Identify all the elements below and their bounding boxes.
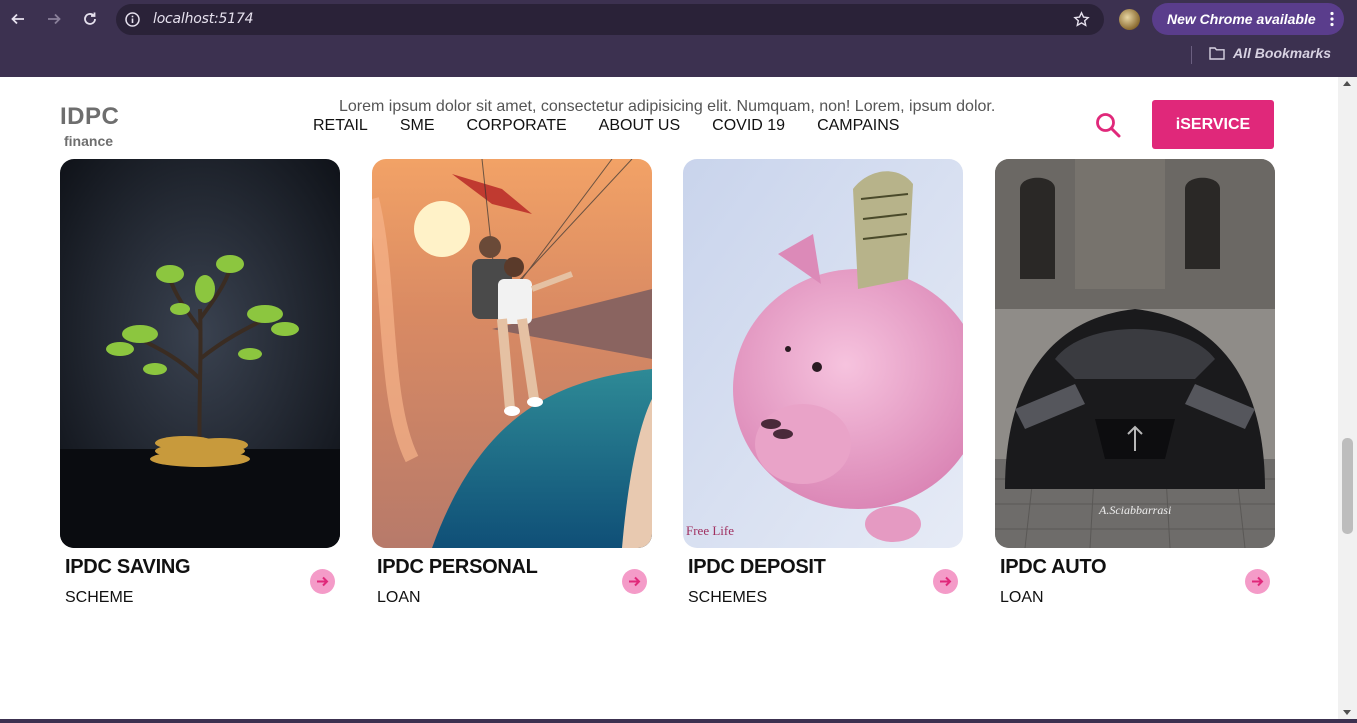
card-title: IPDC SAVING (65, 556, 191, 578)
browser-toolbar: localhost:5174 New Chrome available (0, 0, 1357, 38)
header-tagline: Lorem ipsum dolor sit amet, consectetur … (339, 98, 996, 115)
search-icon[interactable] (1094, 111, 1122, 139)
card-subtitle: SCHEME (65, 589, 134, 606)
reload-button[interactable] (79, 8, 101, 30)
bookmarks-label: All Bookmarks (1233, 45, 1332, 61)
all-bookmarks-button[interactable]: All Bookmarks (1209, 45, 1331, 61)
iservice-button[interactable]: iSERVICE (1152, 100, 1274, 149)
nav-sme[interactable]: SME (400, 117, 435, 135)
plant-coins-image (60, 159, 340, 548)
nav-covid-19[interactable]: COVID 19 (712, 117, 785, 135)
arrow-right-icon (1252, 576, 1264, 587)
nav-corporate[interactable]: CORPORATE (467, 117, 567, 135)
nav-campains[interactable]: CAMPAINS (817, 117, 899, 135)
bookmarks-separator (1191, 46, 1192, 64)
nav-about-us[interactable]: ABOUT US (599, 117, 681, 135)
arrow-right-icon (940, 576, 952, 587)
product-cards: IPDC SAVING SCHEME IPDC PERSONAL LOAN Fr… (60, 159, 1275, 619)
main-nav: RETAIL SME CORPORATE ABOUT US COVID 19 C… (313, 117, 931, 135)
card-auto[interactable]: A.Sciabbarrasi IPDC AUTO LOAN (995, 159, 1275, 619)
address-bar[interactable]: localhost:5174 (116, 4, 1104, 35)
scroll-up-icon[interactable] (1343, 81, 1351, 86)
image-signature: A.Sciabbarrasi (1099, 503, 1172, 517)
scrollbar-thumb[interactable] (1342, 438, 1353, 534)
card-title: IPDC DEPOSIT (688, 556, 826, 578)
window-bottom-edge (0, 719, 1357, 723)
card-title: IPDC PERSONAL (377, 556, 538, 578)
card-deposit[interactable]: Free Life IPDC DEPOSIT SCHEMES (683, 159, 963, 619)
profile-avatar[interactable] (1119, 9, 1140, 30)
browser-chrome: localhost:5174 New Chrome available All … (0, 0, 1357, 77)
arrow-right-icon (48, 13, 61, 25)
back-button[interactable] (7, 8, 29, 30)
card-arrow-button[interactable] (622, 569, 647, 594)
image-caption: Free Life (686, 523, 735, 538)
scroll-down-icon[interactable] (1343, 710, 1351, 715)
reload-icon (84, 12, 96, 25)
bookmark-star-icon[interactable] (1073, 11, 1090, 28)
card-subtitle: LOAN (1000, 589, 1044, 606)
arrow-right-icon (317, 576, 329, 587)
update-label: New Chrome available (1167, 11, 1316, 27)
paraglider-image (372, 159, 652, 548)
arrow-right-icon (629, 576, 641, 587)
card-arrow-button[interactable] (310, 569, 335, 594)
card-personal[interactable]: IPDC PERSONAL LOAN (372, 159, 652, 619)
chrome-update-button[interactable]: New Chrome available (1152, 3, 1344, 35)
logo-main-text: IDPC (60, 103, 120, 130)
card-saving[interactable]: IPDC SAVING SCHEME (60, 159, 340, 619)
vertical-scrollbar[interactable] (1338, 77, 1357, 719)
card-subtitle: SCHEMES (688, 589, 768, 606)
card-title: IPDC AUTO (1000, 556, 1107, 578)
folder-icon (1209, 47, 1225, 60)
card-subtitle: LOAN (377, 589, 421, 606)
piggy-bank-image: Free Life (683, 159, 963, 548)
sports-car-image: A.Sciabbarrasi (995, 159, 1275, 548)
card-arrow-button[interactable] (1245, 569, 1270, 594)
url-text: localhost:5174 (153, 11, 254, 27)
nav-retail[interactable]: RETAIL (313, 117, 368, 135)
more-vert-icon (1330, 11, 1334, 27)
card-arrow-button[interactable] (933, 569, 958, 594)
page-viewport: IDPC finance Lorem ipsum dolor sit amet,… (0, 77, 1357, 723)
site-info-icon[interactable] (124, 11, 141, 28)
forward-button[interactable] (43, 8, 65, 30)
logo-sub-text: finance (64, 133, 114, 149)
arrow-left-icon (11, 13, 24, 25)
site-logo[interactable]: IDPC finance (60, 103, 120, 149)
